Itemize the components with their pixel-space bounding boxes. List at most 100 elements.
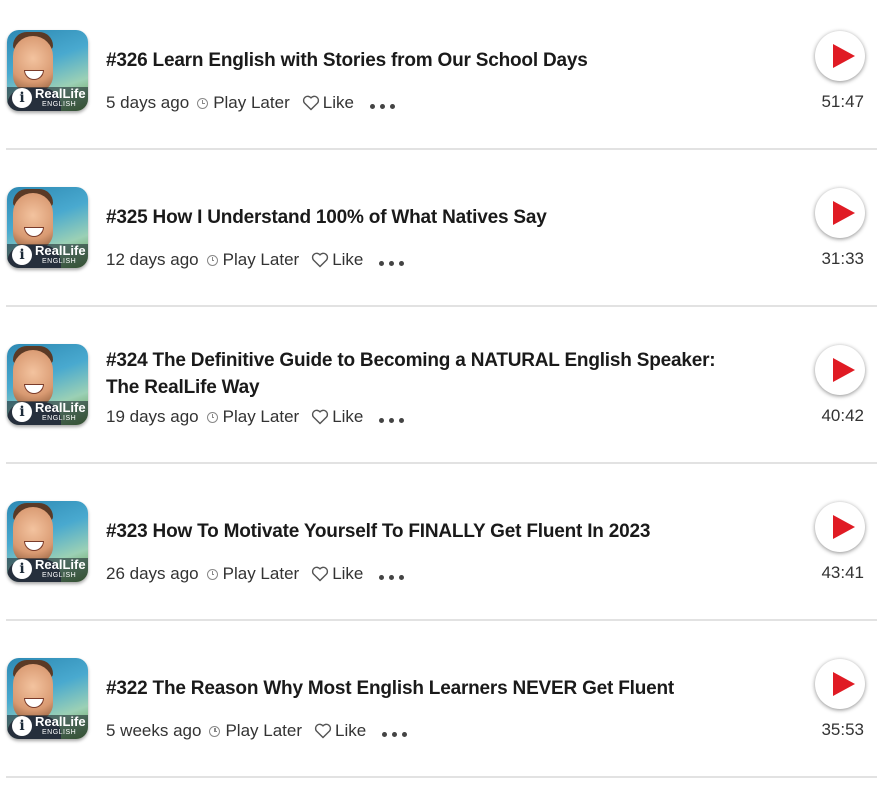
episode-title[interactable]: #324 The Definitive Guide to Becoming a … xyxy=(106,347,746,401)
clock-icon xyxy=(206,254,218,266)
play-icon xyxy=(833,201,855,225)
play-later-label: Play Later xyxy=(213,93,290,112)
reallife-logo-icon: i xyxy=(12,245,32,265)
clock-icon xyxy=(197,97,209,109)
play-later-button[interactable]: Play Later xyxy=(209,721,302,741)
episode-age: 19 days ago xyxy=(106,407,199,426)
play-later-label: Play Later xyxy=(222,250,300,269)
episode-thumbnail[interactable]: i RealLife ENGLISH xyxy=(7,187,88,268)
play-later-label: Play Later xyxy=(222,564,300,583)
play-icon xyxy=(833,44,855,68)
like-button[interactable]: Like xyxy=(311,407,363,427)
reallife-logo-icon: i xyxy=(12,559,32,579)
episode-thumbnail[interactable]: i RealLife ENGLISH xyxy=(7,30,88,111)
divider xyxy=(6,148,877,150)
play-button[interactable] xyxy=(815,31,865,81)
episode-row: i RealLife ENGLISH #326 Learn English wi… xyxy=(0,0,891,157)
heart-icon xyxy=(312,409,329,425)
episode-age: 26 days ago xyxy=(106,564,199,583)
reallife-logo-icon: i xyxy=(12,402,32,422)
episode-row: i RealLife ENGLISH #324 The Definitive G… xyxy=(0,314,891,471)
episode-title[interactable]: #322 The Reason Why Most English Learner… xyxy=(106,675,746,702)
more-options-icon[interactable] xyxy=(379,402,405,432)
more-options-icon[interactable] xyxy=(382,716,408,746)
reallife-logo-icon: i xyxy=(12,716,32,736)
brand-name: RealLife xyxy=(35,243,86,258)
episode-thumbnail[interactable]: i RealLife ENGLISH xyxy=(7,658,88,739)
like-label: Like xyxy=(322,93,354,112)
episode-thumbnail[interactable]: i RealLife ENGLISH xyxy=(7,344,88,425)
play-later-label: Play Later xyxy=(225,721,302,740)
clock-icon xyxy=(206,568,218,580)
episode-meta: 26 days ago Play Later Like xyxy=(106,559,405,589)
brand-subtitle: ENGLISH xyxy=(42,729,77,736)
like-label: Like xyxy=(332,564,364,583)
play-later-button[interactable]: Play Later xyxy=(206,250,300,270)
brand-name: RealLife xyxy=(35,400,86,415)
divider xyxy=(6,305,877,307)
like-label: Like xyxy=(332,407,364,426)
brand-subtitle: ENGLISH xyxy=(42,415,77,422)
like-button[interactable]: Like xyxy=(311,564,363,584)
episode-duration: 51:47 xyxy=(821,92,864,111)
play-button[interactable] xyxy=(815,188,865,238)
like-label: Like xyxy=(332,250,364,269)
play-later-button[interactable]: Play Later xyxy=(206,564,300,584)
episode-duration: 40:42 xyxy=(821,406,864,425)
episode-thumbnail[interactable]: i RealLife ENGLISH xyxy=(7,501,88,582)
like-label: Like xyxy=(335,721,367,740)
brand-name: RealLife xyxy=(35,86,86,101)
clock-icon xyxy=(206,411,218,423)
episode-age: 5 days ago xyxy=(106,93,190,112)
brand-subtitle: ENGLISH xyxy=(42,101,77,108)
episode-meta: 5 weeks ago Play Later Like xyxy=(106,716,408,746)
thumbnail-art xyxy=(13,36,53,92)
like-button[interactable]: Like xyxy=(311,250,363,270)
brand-name: RealLife xyxy=(35,714,86,729)
episode-meta: 12 days ago Play Later Like xyxy=(106,245,405,275)
episode-duration: 35:53 xyxy=(821,720,864,739)
episode-meta: 19 days ago Play Later Like xyxy=(106,402,405,432)
brand-subtitle: ENGLISH xyxy=(42,258,77,265)
thumbnail-art xyxy=(13,350,53,406)
play-button[interactable] xyxy=(815,345,865,395)
episode-title[interactable]: #323 How To Motivate Yourself To FINALLY… xyxy=(106,518,746,545)
heart-icon xyxy=(312,566,329,582)
brand-subtitle: ENGLISH xyxy=(42,572,77,579)
brand-name: RealLife xyxy=(35,557,86,572)
episode-age: 12 days ago xyxy=(106,250,199,269)
divider xyxy=(6,619,877,621)
thumbnail-art xyxy=(13,193,53,249)
reallife-logo-icon: i xyxy=(12,88,32,108)
episode-row: i RealLife ENGLISH #325 How I Understand… xyxy=(0,157,891,314)
episode-age: 5 weeks ago xyxy=(106,721,202,740)
more-options-icon[interactable] xyxy=(379,559,405,589)
like-button[interactable]: Like xyxy=(302,93,354,113)
episode-row: i RealLife ENGLISH #323 How To Motivate … xyxy=(0,471,891,628)
play-icon xyxy=(833,672,855,696)
episode-title[interactable]: #325 How I Understand 100% of What Nativ… xyxy=(106,204,746,231)
episode-duration: 43:41 xyxy=(821,563,864,582)
play-later-label: Play Later xyxy=(222,407,300,426)
more-options-icon[interactable] xyxy=(369,88,395,118)
like-button[interactable]: Like xyxy=(314,721,366,741)
divider xyxy=(6,462,877,464)
thumbnail-art xyxy=(13,664,53,720)
heart-icon xyxy=(302,95,319,111)
episode-meta: 5 days ago Play Later Like xyxy=(106,91,395,115)
play-later-button[interactable]: Play Later xyxy=(197,93,290,113)
play-button[interactable] xyxy=(815,659,865,709)
divider xyxy=(6,776,877,778)
play-later-button[interactable]: Play Later xyxy=(206,407,300,427)
episode-duration: 31:33 xyxy=(821,249,864,268)
thumbnail-art xyxy=(13,507,53,563)
heart-icon xyxy=(312,252,329,268)
heart-icon xyxy=(314,723,332,739)
more-options-icon[interactable] xyxy=(379,245,405,275)
play-icon xyxy=(833,515,855,539)
episode-title[interactable]: #326 Learn English with Stories from Our… xyxy=(106,47,746,74)
episode-row: i RealLife ENGLISH #322 The Reason Why M… xyxy=(0,628,891,785)
clock-icon xyxy=(209,725,221,737)
play-button[interactable] xyxy=(815,502,865,552)
play-icon xyxy=(833,358,855,382)
